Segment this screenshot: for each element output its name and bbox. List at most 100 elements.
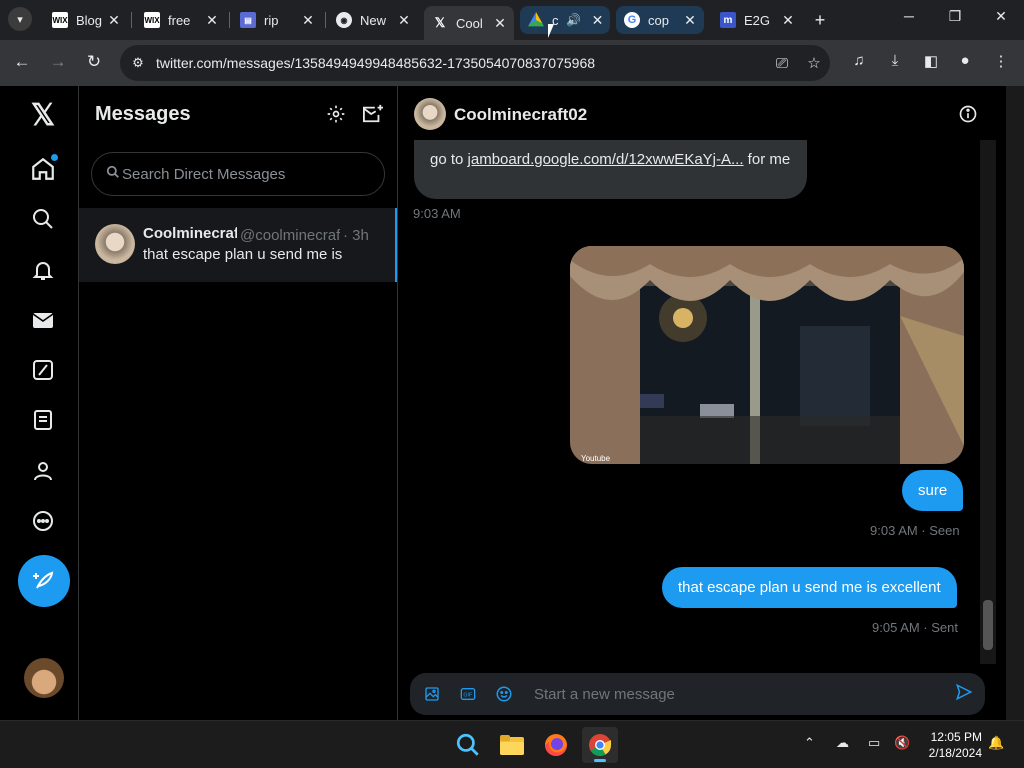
conversation-time: · 3h (343, 227, 369, 244)
gif-icon[interactable]: GIF (450, 686, 486, 702)
close-icon[interactable]: ✕ (396, 12, 412, 29)
emoji-icon[interactable] (486, 685, 522, 703)
forward-icon[interactable]: → (46, 52, 70, 72)
back-icon[interactable]: ← (10, 52, 34, 72)
browser-tab[interactable]: c 🔊 ✕ (520, 6, 610, 34)
bookmark-star-icon[interactable]: ☆ (798, 54, 830, 72)
audio-playing-icon[interactable]: 🔊 (566, 13, 581, 27)
info-icon[interactable] (958, 104, 978, 124)
account-avatar[interactable] (24, 658, 64, 698)
message-input[interactable] (534, 685, 934, 703)
site-info-icon[interactable]: ⚙ (120, 55, 156, 71)
browser-tab-active[interactable]: 𝕏 Cool ✕ (424, 6, 514, 40)
notifications-bell-icon[interactable] (24, 251, 62, 289)
search-icon (92, 165, 122, 184)
feather-icon (33, 571, 54, 589)
svg-text:GIF: GIF (463, 693, 473, 699)
media-source-label: Youtube (581, 454, 611, 463)
file-explorer-icon[interactable] (494, 727, 530, 763)
conversation-item[interactable]: Coolminecraft02 @coolminecraft02 · 3h th… (79, 208, 397, 282)
tab-label: Blog (76, 12, 103, 28)
browser-toolbar: ← → ↻ ⚙ twitter.com/messages/13584949499… (0, 40, 1024, 86)
volume-muted-icon[interactable]: 🔇 (894, 735, 910, 751)
chrome-icon: ◉ (336, 12, 352, 28)
tab-search-button[interactable]: ▾ (8, 7, 32, 31)
clock-date: 2/18/2024 (928, 746, 982, 760)
new-tab-button[interactable]: + (810, 10, 830, 31)
onedrive-cloud-icon[interactable]: ☁ (836, 735, 849, 751)
header-name[interactable]: Coolminecraft02 (454, 105, 587, 125)
close-icon[interactable]: ✕ (591, 12, 604, 29)
conversation-preview: that escape plan u send me is excellent (143, 246, 343, 263)
messages-envelope-icon[interactable] (24, 301, 62, 339)
new-message-icon[interactable] (362, 104, 384, 126)
show-hidden-icons-chevron-icon[interactable]: ⌃ (804, 735, 815, 751)
minimize-button[interactable]: ─ (886, 8, 932, 24)
grok-icon[interactable] (24, 351, 62, 389)
header-avatar[interactable] (414, 98, 446, 130)
address-bar[interactable]: ⚙ twitter.com/messages/13584949499484856… (120, 45, 830, 81)
mouse-cursor (548, 24, 560, 38)
messages-title: Messages (95, 103, 191, 125)
m-icon: m (720, 12, 736, 28)
lists-icon[interactable] (24, 401, 62, 439)
home-icon[interactable] (24, 150, 62, 188)
media-controls-icon[interactable]: ♫ (846, 52, 872, 69)
notifications-bell-icon[interactable]: 🔔 (988, 735, 1004, 751)
search-icon[interactable] (450, 727, 486, 763)
settings-gear-icon[interactable] (326, 104, 348, 126)
os-taskbar: ⌃ ☁ ▭ 🔇 12:05 PM 2/18/2024 🔔 (0, 720, 1024, 768)
close-icon[interactable]: ✕ (780, 12, 796, 29)
close-icon[interactable]: ✕ (492, 15, 508, 32)
incoming-message-bubble: go to jamboard.google.com/d/12xwwEKaYj-A… (414, 140, 807, 199)
browser-tab[interactable]: m E2G ✕ (712, 6, 802, 34)
close-icon[interactable]: ✕ (682, 12, 698, 29)
send-icon[interactable] (955, 683, 973, 706)
dm-search-box[interactable] (91, 152, 385, 196)
scrollbar-thumb[interactable] (983, 600, 993, 650)
tab-divider (325, 12, 326, 28)
reload-icon[interactable]: ↻ (82, 52, 106, 72)
menu-icon[interactable]: ⋮ (988, 52, 1014, 70)
browser-tab[interactable]: ▤ rip ✕ (232, 6, 322, 34)
wix-icon: WIX (52, 12, 68, 28)
compose-post-button[interactable] (18, 555, 70, 607)
profile-person-icon[interactable] (24, 452, 62, 490)
message-link[interactable]: jamboard.google.com/d/12xwwEKaYj-A... (468, 151, 744, 168)
notification-dot (51, 154, 58, 161)
close-icon[interactable]: ✕ (300, 12, 316, 29)
chat-scrollbar[interactable] (980, 140, 996, 664)
system-clock[interactable]: 12:05 PM 2/18/2024 (920, 729, 982, 761)
video-attachment[interactable]: Youtube (570, 246, 964, 464)
url-text[interactable]: twitter.com/messages/1358494949948485632… (156, 55, 766, 71)
close-window-button[interactable]: ✕ (978, 8, 1024, 25)
message-text: that escape plan u send me is excellent (678, 579, 941, 596)
x-icon: 𝕏 (434, 15, 446, 30)
image-upload-icon[interactable] (414, 686, 450, 702)
install-app-icon[interactable]: ⎚ (766, 55, 798, 72)
browser-tab[interactable]: WIX free ✕ (136, 6, 226, 34)
clock-time: 12:05 PM (930, 730, 982, 744)
tab-label: rip (264, 12, 279, 28)
conversation-avatar[interactable] (95, 224, 135, 264)
browser-tab[interactable]: WIX Blog ✕ (44, 6, 128, 34)
message-composer: GIF (410, 673, 985, 715)
side-panel-icon[interactable]: ◧ (918, 52, 944, 70)
chrome-icon[interactable] (582, 727, 618, 763)
maximize-button[interactable]: ❐ (932, 8, 978, 25)
dm-search-input[interactable] (122, 165, 362, 183)
more-icon[interactable] (24, 502, 62, 540)
download-icon[interactable]: ⤓ (882, 52, 908, 69)
page-scrollbar[interactable] (1006, 86, 1024, 720)
browser-tab[interactable]: G cop ✕ (616, 6, 704, 34)
close-icon[interactable]: ✕ (204, 12, 220, 29)
firefox-icon[interactable] (538, 727, 574, 763)
browser-tab[interactable]: ◉ New ✕ (328, 6, 418, 34)
message-status: 9:03 AM · Seen (870, 523, 960, 538)
search-icon[interactable] (24, 200, 62, 238)
profile-icon[interactable]: ● (952, 52, 978, 69)
primary-nav: 𝕏 (0, 86, 79, 720)
network-icon[interactable]: ▭ (868, 735, 880, 751)
x-logo-icon[interactable]: 𝕏 (24, 96, 62, 134)
close-icon[interactable]: ✕ (106, 12, 122, 29)
